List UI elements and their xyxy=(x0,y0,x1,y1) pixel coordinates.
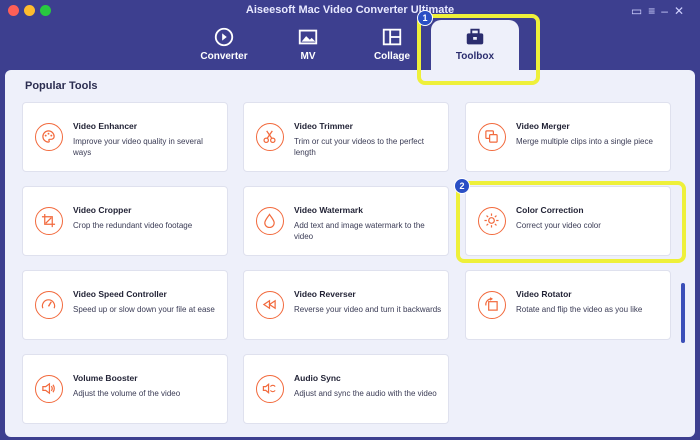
chat-icon[interactable]: ▭ xyxy=(631,4,648,18)
tool-volume-booster[interactable]: Volume Booster Adjust the volume of the … xyxy=(22,354,228,424)
audio-sync-icon xyxy=(256,375,284,403)
scissors-icon xyxy=(256,123,284,151)
tool-description: Improve your video quality in several wa… xyxy=(73,137,203,157)
menu-icon[interactable]: ≡ xyxy=(648,4,661,18)
tool-description: Rotate and flip the video as you like xyxy=(516,305,643,314)
palette-icon xyxy=(35,123,63,151)
tool-description: Trim or cut your videos to the perfect l… xyxy=(294,137,424,157)
tab-label: Collage xyxy=(373,51,411,62)
tool-video-enhancer[interactable]: Video Enhancer Improve your video qualit… xyxy=(22,102,228,172)
tool-description: Add text and image watermark to the vide… xyxy=(294,221,425,241)
minimize-icon[interactable]: – xyxy=(661,4,674,18)
window-controls: ▭≡–✕ xyxy=(631,4,690,18)
step-badge-1: 1 xyxy=(417,10,433,26)
speedometer-icon xyxy=(35,291,63,319)
tool-title: Audio Sync xyxy=(294,373,341,383)
mv-icon xyxy=(298,29,318,45)
section-title: Popular Tools xyxy=(25,80,98,92)
tool-title: Video Reverser xyxy=(294,289,356,299)
tool-video-rotator[interactable]: Video Rotator Rotate and flip the video … xyxy=(465,270,671,340)
tool-title: Video Watermark xyxy=(294,205,363,215)
color-correction-highlight xyxy=(456,181,686,263)
tool-description: Speed up or slow down your file at ease xyxy=(73,305,215,314)
tab-label: MV xyxy=(300,51,316,62)
tool-video-merger[interactable]: Video Merger Merge multiple clips into a… xyxy=(465,102,671,172)
rewind-icon xyxy=(256,291,284,319)
converter-icon xyxy=(214,27,234,47)
tool-description: Merge multiple clips into a single piece xyxy=(516,137,653,146)
tool-audio-sync[interactable]: Audio Sync Adjust and sync the audio wit… xyxy=(243,354,449,424)
window-title: Aiseesoft Mac Video Converter Ultimate xyxy=(245,4,455,16)
scrollbar[interactable] xyxy=(681,283,685,343)
tool-video-trimmer[interactable]: Video Trimmer Trim or cut your videos to… xyxy=(243,102,449,172)
tool-video-cropper[interactable]: Video Cropper Crop the redundant video f… xyxy=(22,186,228,256)
close-icon[interactable]: ✕ xyxy=(674,4,690,18)
tool-video-speed-controller[interactable]: Video Speed Controller Speed up or slow … xyxy=(22,270,228,340)
tool-description: Adjust and sync the audio with the video xyxy=(294,389,437,398)
tool-title: Video Rotator xyxy=(516,289,572,299)
merge-icon xyxy=(478,123,506,151)
rotate-icon xyxy=(478,291,506,319)
toolbox-highlight xyxy=(417,14,540,85)
collage-icon xyxy=(382,28,402,46)
tool-title: Video Merger xyxy=(516,121,570,131)
title-bar: Aiseesoft Mac Video Converter Ultimate ▭… xyxy=(0,0,700,22)
tool-description: Reverse your video and turn it backwards xyxy=(294,305,442,314)
tool-title: Volume Booster xyxy=(73,373,138,383)
tab-converter[interactable]: Converter xyxy=(180,20,268,70)
tool-title: Video Enhancer xyxy=(73,121,138,131)
volume-icon xyxy=(35,375,63,403)
crop-icon xyxy=(35,207,63,235)
tab-mv[interactable]: MV xyxy=(264,20,352,70)
tool-title: Video Cropper xyxy=(73,205,132,215)
tool-video-watermark[interactable]: Video Watermark Add text and image water… xyxy=(243,186,449,256)
drop-icon xyxy=(256,207,284,235)
tool-title: Video Trimmer xyxy=(294,121,353,131)
tab-label: Converter xyxy=(200,51,248,62)
tool-title: Video Speed Controller xyxy=(73,289,167,299)
tool-video-reverser[interactable]: Video Reverser Reverse your video and tu… xyxy=(243,270,449,340)
step-badge-2: 2 xyxy=(454,178,470,194)
tool-description: Crop the redundant video footage xyxy=(73,221,193,230)
tool-description: Adjust the volume of the video xyxy=(73,389,181,398)
